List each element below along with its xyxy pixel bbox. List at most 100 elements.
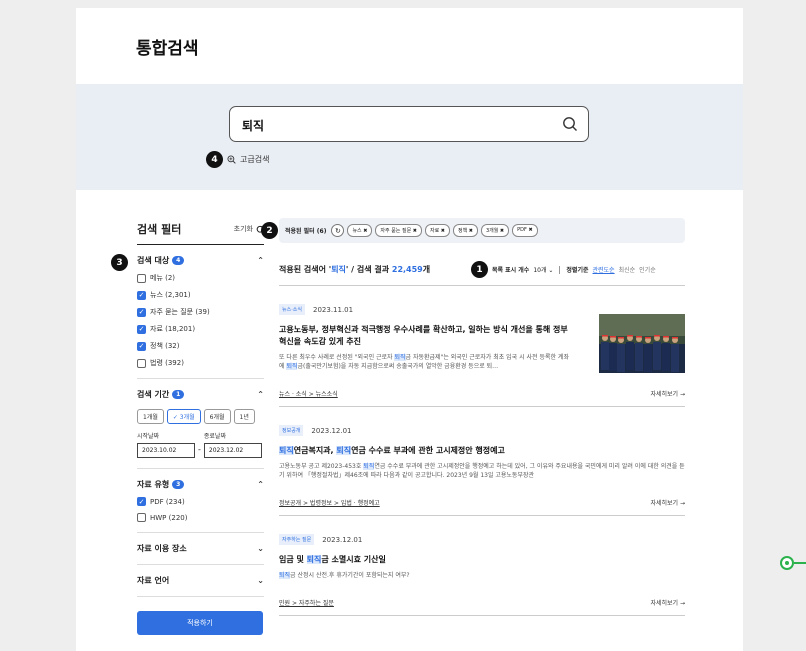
checkbox-option[interactable]: ✓ 자주 묻는 질문 (39) <box>137 307 264 317</box>
close-icon[interactable]: ✖ <box>439 228 445 234</box>
close-icon[interactable]: ✖ <box>411 228 417 234</box>
result-meta: 자주하는 질문 2023.12.01 <box>279 534 685 545</box>
checked-checkbox[interactable]: ✓ <box>137 307 146 317</box>
chevron-down-icon[interactable]: ⌄ <box>257 544 264 553</box>
result-title[interactable]: 임금 및 퇴직금 소멸시효 기산일 <box>279 554 685 566</box>
sort-option[interactable]: 관련도순 <box>593 265 615 274</box>
search-page: 통합검색 4 고급검색 검색 필터 초기화 <box>76 8 743 651</box>
checked-checkbox[interactable]: ✓ <box>137 324 146 334</box>
checked-checkbox[interactable]: ✓ <box>137 290 146 300</box>
close-icon[interactable]: ✖ <box>467 228 473 234</box>
unchecked-checkbox[interactable] <box>137 513 146 522</box>
apply-button[interactable]: 적용하기 <box>137 611 263 635</box>
section-header[interactable]: 자료 유형 3 ⌃ <box>137 479 264 490</box>
period-option[interactable]: 6개월 <box>203 409 231 424</box>
breadcrumb[interactable]: 뉴스 · 소식 > 뉴스소식 <box>279 389 338 398</box>
checkbox-option[interactable]: ✓ 뉴스 (2,301) <box>137 290 264 300</box>
result-item: 정보공개 2023.12.01 퇴직연금복지과, 퇴직연금 수수료 부과에 관한 고… <box>279 407 685 516</box>
result-footer: 정보공개 > 법령정보 > 입법 · 행정예고 자세히보기 → <box>279 498 685 515</box>
section-header[interactable]: 검색 대상 4 ⌃ <box>137 255 264 266</box>
refresh-icon[interactable]: ↻ <box>331 224 345 237</box>
section-title: 자료 유형 <box>137 480 170 489</box>
zoom-in-icon <box>227 155 236 164</box>
checked-checkbox[interactable]: ✓ <box>137 497 146 506</box>
search-icon[interactable] <box>562 116 578 132</box>
end-date-label: 종료날짜 <box>203 433 226 440</box>
unchecked-checkbox[interactable] <box>137 358 146 368</box>
period-option[interactable]: 1개월 <box>137 409 164 424</box>
checkbox-option[interactable]: 법령 (392) <box>137 358 264 368</box>
checked-checkbox[interactable]: ✓ <box>137 341 146 351</box>
filter-section-usage: 자료 이용 장소 ⌄ <box>137 533 264 565</box>
period-option[interactable]: 1년 <box>233 409 255 424</box>
reset-button[interactable]: 초기화 <box>234 224 264 234</box>
filter-chip-label: 자료 <box>429 228 440 234</box>
checkbox-option[interactable]: ✓ 자료 (18,201) <box>137 324 264 334</box>
filter-section-target: 3 검색 대상 4 ⌃ 메뉴 (2) ✓ 뉴스 (2,301) ✓ 자주 묻는 질문 (… <box>111 245 264 379</box>
step-marker-1: 1 <box>471 261 488 278</box>
filter-chip[interactable]: 정책 ✖ <box>452 224 478 237</box>
result-footer: 민원 > 자주하는 질문 자세히보기 → <box>279 598 685 615</box>
breadcrumb[interactable]: 민원 > 자주하는 질문 <box>279 598 334 607</box>
result-item: 자주하는 질문 2023.12.01 임금 및 퇴직금 소멸시효 기산일 퇴직금 산정… <box>279 516 685 616</box>
advanced-search[interactable]: 4 고급검색 <box>206 151 269 168</box>
checkbox-label: PDF (234) <box>150 497 185 506</box>
search-box[interactable] <box>229 106 589 142</box>
count-badge: 4 <box>172 256 185 265</box>
step-marker-2: 2 <box>261 222 278 239</box>
filter-chip[interactable]: 자료 ✖ <box>424 224 450 237</box>
breadcrumb[interactable]: 정보공개 > 법령정보 > 입법 · 행정예고 <box>279 498 380 507</box>
section-header[interactable]: 자료 이용 장소 ⌄ <box>137 543 264 554</box>
result-date: 2023.12.01 <box>322 535 363 544</box>
checkbox-label: 뉴스 (2,301) <box>150 291 191 299</box>
checkbox-label: 메뉴 (2) <box>150 274 176 282</box>
news-thumbnail-image[interactable] <box>599 314 685 373</box>
filter-chip[interactable]: PDF ✖ <box>512 224 538 237</box>
result-title[interactable]: 고용노동부, 정부혁신과 적극행정 우수사례를 확산하고, 일하는 방식 개선을… <box>279 324 571 348</box>
unchecked-checkbox[interactable] <box>137 273 146 283</box>
chevron-up-icon[interactable]: ⌃ <box>257 256 264 265</box>
filter-section-language: 자료 언어 ⌄ <box>137 565 264 597</box>
section-title: 검색 대상 <box>137 256 170 265</box>
result-summary-text: 적용된 검색어 '퇴직' / 검색 결과 22,459개 <box>279 265 431 274</box>
period-option[interactable]: ✓ 3개월 <box>166 409 201 424</box>
more-link[interactable]: 자세히보기 → <box>650 498 685 507</box>
chevron-up-icon[interactable]: ⌃ <box>257 390 264 399</box>
section-header[interactable]: 자료 언어 ⌄ <box>137 575 264 586</box>
per-page-select[interactable]: 10개 ⌄ <box>533 265 553 274</box>
result-footer: 뉴스 · 소식 > 뉴스소식 자세히보기 → <box>279 389 685 406</box>
checkbox-option[interactable]: 메뉴 (2) <box>137 273 264 283</box>
filter-chip[interactable]: 뉴스 ✖ <box>347 224 373 237</box>
checkbox-option[interactable]: ✓ 정책 (32) <box>137 341 264 351</box>
category-tag: 뉴스·소식 <box>279 304 305 315</box>
filter-chip[interactable]: 자주 묻는 질문 ✖ <box>375 224 422 237</box>
divider <box>559 265 561 274</box>
sort-option[interactable]: 최신순 <box>619 265 636 274</box>
filter-chip-label: 정책 <box>457 228 468 234</box>
category-tag: 정보공개 <box>279 425 304 436</box>
close-icon[interactable]: ✖ <box>498 228 504 234</box>
sort-option[interactable]: 인기순 <box>639 265 656 274</box>
result-controls: 1 목록 표시 개수 10개 ⌄ 정렬기준 관련도순 최신순 인기순 <box>471 261 656 278</box>
result-title[interactable]: 퇴직연금복지과, 퇴직연금 수수료 부과에 관한 고시제정안 행정예고 <box>279 445 685 457</box>
category-tag: 자주하는 질문 <box>279 534 315 545</box>
checkbox-option[interactable]: ✓ PDF (234) <box>137 497 264 506</box>
chevron-down-icon[interactable]: ⌄ <box>257 576 264 585</box>
search-input[interactable] <box>242 114 542 136</box>
start-date-field[interactable]: 2023.10.02 <box>137 443 195 458</box>
section-title: 자료 이용 장소 <box>137 544 187 553</box>
sidebar-title: 검색 필터 <box>137 223 182 236</box>
close-icon[interactable]: ✖ <box>527 227 532 233</box>
filter-chip-label: 3개월 <box>485 228 499 234</box>
end-date-field[interactable]: 2023.12.02 <box>203 443 262 458</box>
more-link[interactable]: 자세히보기 → <box>650 389 685 398</box>
connector-dot <box>780 556 794 570</box>
close-icon[interactable]: ✖ <box>362 228 367 234</box>
search-band: 4 고급검색 <box>76 84 743 190</box>
chevron-up-icon[interactable]: ⌃ <box>257 480 264 489</box>
checkbox-option[interactable]: HWP (220) <box>137 513 264 522</box>
more-link[interactable]: 자세히보기 → <box>650 598 685 607</box>
section-header[interactable]: 검색 기간 1 ⌃ <box>137 389 264 400</box>
count-badge: 3 <box>172 480 185 489</box>
filter-chip[interactable]: 3개월 ✖ <box>480 224 510 237</box>
